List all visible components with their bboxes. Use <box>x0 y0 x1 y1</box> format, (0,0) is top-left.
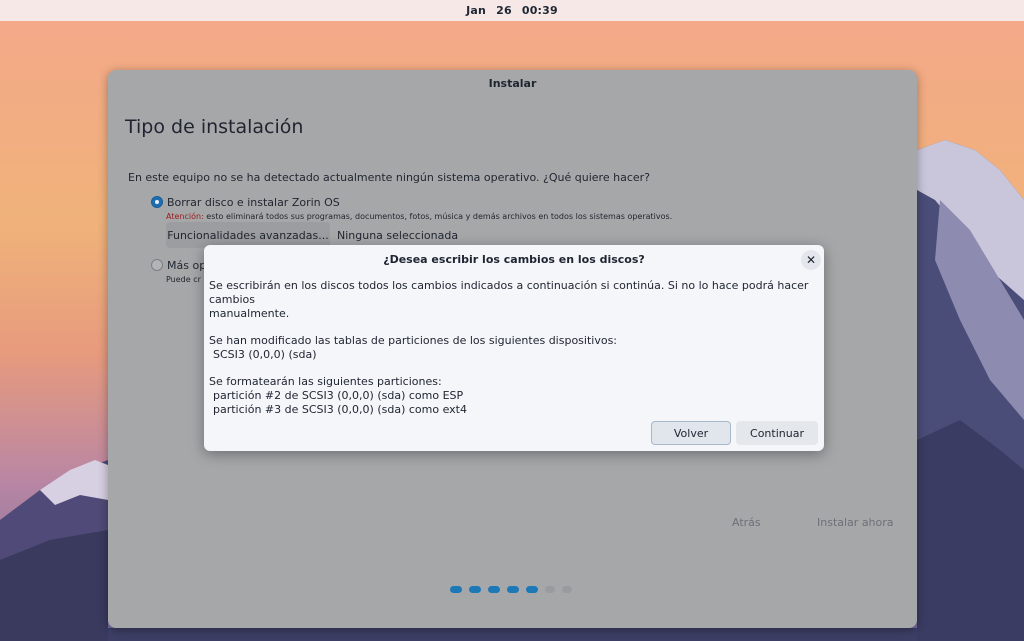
clock[interactable]: Jan 26 00:39 <box>466 4 558 17</box>
dialog-device-item: SCSI3 (0,0,0) (sda) <box>213 348 317 361</box>
page-title: Tipo de instalación <box>125 116 304 138</box>
progress-dot <box>545 586 555 593</box>
back-button[interactable]: Atrás <box>732 516 761 529</box>
write-changes-dialog: ¿Desea escribir los cambios en los disco… <box>204 245 824 451</box>
progress-dot <box>488 586 500 593</box>
progress-dot <box>562 586 572 593</box>
dialog-title: ¿Desea escribir los cambios en los disco… <box>383 252 645 266</box>
progress-dot <box>507 586 519 593</box>
dialog-text-line: Se escribirán en los discos todos los ca… <box>209 279 809 306</box>
dialog-body: Se escribirán en los discos todos los ca… <box>209 279 821 417</box>
close-icon[interactable]: ✕ <box>801 250 821 270</box>
dialog-text-line: manualmente. <box>209 307 290 320</box>
erase-disk-warning: Atención: esto eliminará todos sus progr… <box>166 212 672 221</box>
other-option-radio[interactable] <box>151 259 163 271</box>
warning-text: esto eliminará todos sus programas, docu… <box>203 212 673 221</box>
other-option-label[interactable]: Más op <box>167 259 206 272</box>
install-now-button[interactable]: Instalar ahora <box>817 516 894 529</box>
continuar-button[interactable]: Continuar <box>736 421 818 445</box>
progress-dots <box>450 586 572 593</box>
other-option-description: Puede cr <box>166 275 201 284</box>
volver-button[interactable]: Volver <box>651 421 731 445</box>
advanced-features-value: Ninguna seleccionada <box>337 229 459 242</box>
dialog-text-line: Se formatearán las siguientes particione… <box>209 375 442 388</box>
install-question: En este equipo no se ha detectado actual… <box>128 171 650 184</box>
dialog-partition-item: partición #3 de SCSI3 (0,0,0) (sda) como… <box>213 403 467 416</box>
progress-dot <box>526 586 538 593</box>
progress-dot <box>469 586 481 593</box>
erase-disk-radio[interactable] <box>151 196 163 208</box>
top-bar: Jan 26 00:39 <box>0 0 1024 21</box>
erase-disk-label[interactable]: Borrar disco e instalar Zorin OS <box>167 196 340 209</box>
dialog-partition-item: partición #2 de SCSI3 (0,0,0) (sda) como… <box>213 389 464 402</box>
window-title: Instalar <box>488 76 537 90</box>
progress-dot <box>450 586 462 593</box>
dialog-text-line: Se han modificado las tablas de particio… <box>209 334 618 347</box>
warning-prefix: Atención: <box>166 212 204 221</box>
